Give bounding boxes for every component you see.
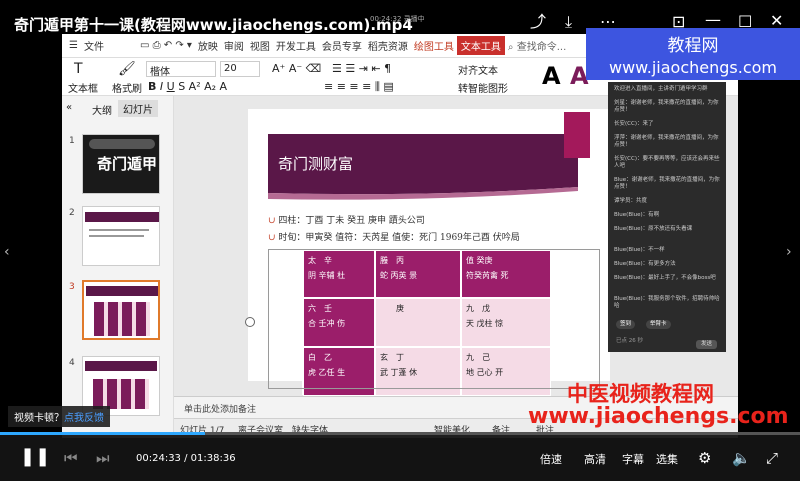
thumb-bar — [89, 139, 155, 149]
menu-toolbar-icons[interactable]: ▭ ⎙ ↶ ↷ ▾ — [137, 40, 195, 51]
align-buttons[interactable]: ≡ ≡ ≡ ≡ ⫼ ▤ — [324, 80, 394, 94]
menu-file[interactable]: 文件 — [81, 38, 107, 53]
pause-icon[interactable]: ❚❚ — [20, 448, 50, 466]
rotate-handle[interactable] — [245, 317, 255, 327]
send-button[interactable]: 发送 — [696, 340, 718, 350]
checkin-button[interactable]: 签到 — [616, 320, 636, 330]
player-controls: ❚❚ ⏮ ⏭ 00:24:33 / 01:38:36 倍速 高清 字幕 选集 ⚙… — [0, 435, 800, 481]
slide-thumb-title: 奇门遁甲 — [97, 155, 158, 173]
prev-arrow-icon[interactable]: ‹ — [4, 244, 10, 260]
slide-number: 3 — [69, 282, 75, 292]
chat-message: 刘星：谢谢老师，我来撒花的直播间，为你点赞！ — [614, 100, 719, 114]
watermark-top-url: www.jiaochengs.com — [608, 58, 778, 77]
episodes-button[interactable]: 选集 — [656, 451, 678, 467]
close-icon[interactable]: ✕ — [770, 13, 783, 29]
chat-message: 欢迎进入直播间，主讲奇门遁甲学习群 — [614, 86, 708, 92]
menu-icon[interactable]: ☰ — [66, 40, 81, 51]
slide-number: 2 — [69, 208, 75, 218]
share-icon[interactable]: ⤴ — [530, 14, 546, 30]
slide-canvas: 奇门测财富 ∪ 四柱：丁酉 丁未 癸丑 庚申 蹟头公司 ∪ 时旬：甲寅癸 值符：… — [245, 109, 610, 396]
chat-message: 浮萍：谢谢老师，我来撒花的直播间，为你点赞！ — [614, 135, 719, 149]
chat-message: 长安(CC)：来了 — [614, 121, 654, 127]
menu-vip[interactable]: 会员专享 — [319, 38, 365, 53]
quality-button[interactable]: 高清 — [584, 451, 606, 467]
menu-docer[interactable]: 稻壳资源 — [365, 38, 411, 53]
slides-pane: « 大纲 幻灯片 1 奇门遁甲 2 3 4 — [62, 96, 174, 438]
thumb-header — [85, 212, 159, 222]
slide-number: 4 — [69, 358, 75, 368]
video-player: 奇门遁甲第十一课(教程网www.jiaochengs.com).mp4 00:2… — [0, 0, 800, 481]
thumb-grid — [94, 302, 150, 336]
smartart-button[interactable]: 转智能图形 — [458, 80, 508, 95]
font-select[interactable]: 楷体 — [146, 61, 216, 78]
next-icon[interactable]: ⏭ — [96, 450, 110, 466]
slide-line-1[interactable]: ∪ 四柱：丁酉 丁未 癸丑 庚申 蹟头公司 — [268, 213, 425, 226]
slide-thumb-3[interactable] — [82, 280, 160, 340]
video-title: 奇门遁甲第十一课(教程网www.jiaochengs.com).mp4 — [14, 16, 413, 34]
chat-message: Blue：谢谢老师，我来撒花的直播间，为你点赞！ — [614, 177, 720, 191]
download-icon[interactable]: ⤓ — [565, 14, 572, 30]
chat-count: 已点 26 秒 — [616, 338, 643, 344]
menu-draw[interactable]: 绘图工具 — [411, 38, 457, 53]
raise-hand-button[interactable]: 举臂卡 — [646, 320, 671, 330]
fullscreen-icon[interactable]: ⤢ — [766, 450, 778, 466]
lag-feedback[interactable]: 视频卡顿？点我反馈 — [8, 406, 110, 427]
thumb-line — [89, 229, 149, 231]
chat-message: Blue(Blue)：我服务那个软件，招聘待帅哈哈 — [614, 296, 720, 310]
chat-message: Blue(Blue)：不一样 — [614, 247, 665, 253]
subtitle-button[interactable]: 字幕 — [622, 451, 644, 467]
font-style-buttons[interactable]: B I U S A² A₂ A — [148, 80, 227, 93]
thumb-header — [86, 286, 158, 296]
menu-review[interactable]: 审阅 — [221, 38, 247, 53]
slide-thumb-2[interactable] — [82, 206, 160, 266]
format-painter-button[interactable]: 格式刷 — [112, 80, 142, 95]
font-size-select[interactable]: 20 — [220, 61, 260, 77]
collapse-icon[interactable]: « — [66, 102, 72, 113]
chat-message: Blue(Blue)：有啊 — [614, 212, 660, 218]
search-icon: ⌕ — [507, 42, 514, 53]
chat-message: Blue(Blue)：原不放还有头看课 — [614, 226, 693, 232]
menu-text-tools[interactable]: 文本工具 — [456, 36, 505, 55]
align-text-button[interactable]: 对齐文本 — [458, 62, 498, 77]
watermark-red-url: www.jiaochengs.com — [528, 404, 789, 429]
textbox-icon[interactable]: T — [74, 61, 83, 77]
volume-icon[interactable]: 🔈 — [732, 450, 751, 466]
chat-panel: 欢迎进入直播间，主讲奇门遁甲学习群刘星：谢谢老师，我来撒花的直播间，为你点赞！ 长… — [608, 82, 726, 352]
font-size-buttons[interactable]: A⁺ A⁻ ⌫ — [272, 62, 321, 75]
selection-box — [268, 249, 600, 389]
thumb-line — [89, 235, 144, 237]
lag-feedback-link[interactable]: 点我反馈 — [64, 413, 104, 424]
next-arrow-icon[interactable]: › — [786, 244, 792, 260]
thumb-header — [85, 361, 157, 371]
record-indicator: 00:24:32 录播中 — [370, 15, 425, 23]
tab-outline[interactable]: 大纲 — [92, 102, 112, 117]
chat-message: Blue(Blue)：最好上手了，不会像boss吧 — [614, 275, 716, 281]
speed-button[interactable]: 倍速 — [540, 451, 562, 467]
chat-message: Blue(Blue)：有更多方法 — [614, 261, 676, 267]
text-style-a[interactable]: A — [542, 62, 561, 90]
minimize-icon[interactable]: — — [705, 12, 721, 28]
slide-title[interactable]: 奇门测财富 — [278, 153, 353, 174]
format-painter-icon[interactable]: 🖌 — [118, 61, 136, 77]
textbox-button[interactable]: 文本框 — [68, 80, 98, 95]
menu-dev[interactable]: 开发工具 — [273, 38, 319, 53]
slide-thumb-1[interactable]: 奇门遁甲 — [82, 134, 160, 194]
menu-play[interactable]: 放映 — [195, 38, 221, 53]
menu-view[interactable]: 视图 — [247, 38, 273, 53]
chat-message: 长安(CC)：要不要再等等，应该还会再来些人吧 — [614, 156, 720, 170]
chat-message: 谭学员：共度 — [614, 198, 648, 204]
tab-slides[interactable]: 幻灯片 — [118, 100, 158, 117]
thumb-grid — [93, 379, 149, 409]
settings-icon[interactable]: ⚙ — [698, 450, 711, 466]
prev-icon[interactable]: ⏮ — [64, 450, 78, 466]
watermark-top: 教程网 www.jiaochengs.com — [586, 28, 800, 80]
list-buttons[interactable]: ☰ ☰ ⇥ ⇤ ¶ — [332, 62, 391, 75]
slide-line-2[interactable]: ∪ 时旬：甲寅癸 值符：天芮星 值使：死门 1969年己酉 伏吟局 — [268, 230, 520, 243]
time-display: 00:24:33 / 01:38:36 — [136, 453, 236, 464]
search-command[interactable]: ⌕ 查找命令... — [505, 38, 569, 53]
watermark-top-cn: 教程网 — [667, 36, 719, 56]
slide-number: 1 — [69, 136, 75, 146]
